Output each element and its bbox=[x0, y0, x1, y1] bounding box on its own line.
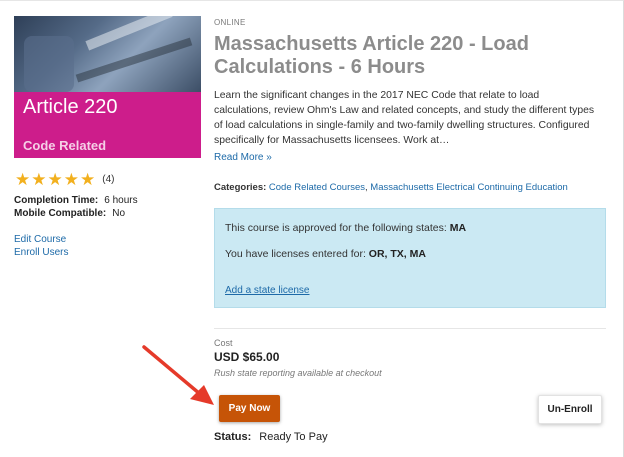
pay-now-button[interactable]: Pay Now bbox=[219, 395, 280, 422]
completion-value: 6 hours bbox=[104, 195, 138, 206]
completion-time: Completion Time: 6 hours bbox=[14, 195, 138, 206]
thumbnail-subtitle: Code Related bbox=[23, 138, 107, 153]
categories-label: Categories: bbox=[214, 182, 267, 193]
enroll-users-link[interactable]: Enroll Users bbox=[14, 247, 68, 258]
categories: Categories: Code Related Courses, Massac… bbox=[214, 182, 568, 193]
edit-course-link[interactable]: Edit Course bbox=[14, 234, 66, 245]
delivery-badge: ONLINE bbox=[214, 18, 246, 27]
section-divider bbox=[214, 328, 606, 329]
course-thumbnail[interactable]: Article 220 Code Related bbox=[14, 16, 201, 158]
cost-value: USD $65.00 bbox=[214, 350, 280, 364]
licenses-text: You have licenses entered for: bbox=[225, 248, 366, 260]
approved-states: MA bbox=[449, 222, 467, 234]
approved-text: This course is approved for the followin… bbox=[225, 222, 447, 234]
completion-label: Completion Time: bbox=[14, 195, 99, 206]
licenses-line: You have licenses entered for: OR, TX, M… bbox=[225, 248, 426, 260]
approved-states-line: This course is approved for the followin… bbox=[225, 222, 466, 234]
annotation-arrow-icon bbox=[142, 345, 214, 405]
course-description: Learn the significant changes in the 201… bbox=[214, 90, 595, 146]
status-label: Status: bbox=[214, 431, 252, 443]
star-icon: ★ bbox=[80, 170, 96, 189]
add-state-license-link[interactable]: Add a state license bbox=[225, 285, 310, 296]
star-icon: ★ bbox=[47, 170, 63, 189]
unenroll-button[interactable]: Un-Enroll bbox=[538, 395, 602, 424]
rating-count: (4) bbox=[102, 174, 115, 185]
enrollment-status: Status: Ready To Pay bbox=[214, 431, 328, 443]
read-more-link[interactable]: Read More » bbox=[214, 152, 272, 163]
state-approval-box: This course is approved for the followin… bbox=[214, 208, 606, 308]
thumbnail-title: Article 220 bbox=[23, 96, 118, 118]
course-title: Massachusetts Article 220 - Load Calcula… bbox=[214, 33, 529, 78]
mobile-label: Mobile Compatible: bbox=[14, 208, 107, 219]
mobile-value: No bbox=[112, 208, 126, 219]
star-icon: ★ bbox=[15, 170, 31, 189]
category-link-code-related[interactable]: Code Related Courses bbox=[269, 182, 365, 193]
status-value: Ready To Pay bbox=[259, 431, 328, 443]
star-icon: ★ bbox=[31, 170, 47, 189]
star-icon: ★ bbox=[63, 170, 79, 189]
license-states: OR, TX, MA bbox=[368, 248, 426, 260]
mobile-compatible: Mobile Compatible: No bbox=[14, 208, 125, 219]
thumbnail-photo bbox=[14, 16, 201, 92]
rush-reporting-note: Rush state reporting available at checko… bbox=[214, 368, 382, 378]
star-rating: ★ ★ ★ ★ ★ (4) bbox=[15, 171, 114, 188]
category-link-ma-electrical[interactable]: Massachusetts Electrical Continuing Educ… bbox=[370, 182, 568, 193]
